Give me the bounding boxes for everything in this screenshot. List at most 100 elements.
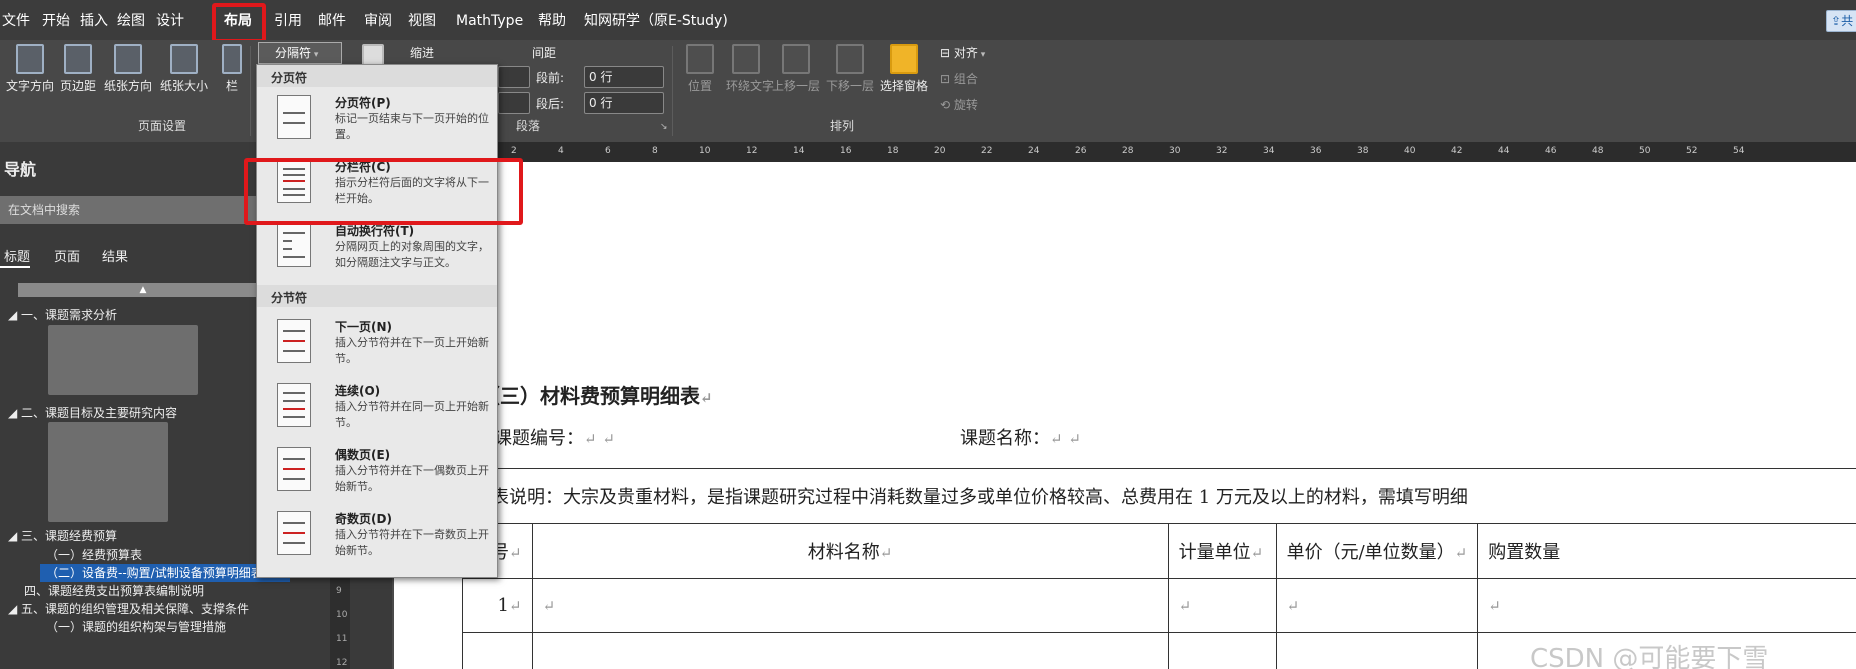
tree-item[interactable]: ◢ 一、课题需求分析 xyxy=(8,306,117,323)
tree-item[interactable]: （一）经费预算表 xyxy=(46,546,142,563)
text-direction-button[interactable]: 文字方向 xyxy=(6,44,54,94)
ruler-tick: 10 xyxy=(699,146,711,156)
tab-home[interactable]: 开始 xyxy=(42,0,70,40)
indent-left-field[interactable] xyxy=(498,66,530,88)
tab-mathtype[interactable]: MathType xyxy=(456,0,523,40)
tab-review[interactable]: 审阅 xyxy=(364,0,392,40)
table-cell[interactable]: ↵ xyxy=(1275,577,1479,634)
collapse-button[interactable]: ▲ xyxy=(18,283,268,297)
tree-item-selected[interactable]: （二）设备费--购置/试制设备预算明细表 xyxy=(46,564,263,581)
text-direction-label: 文字方向 xyxy=(6,79,55,93)
ruler-tick: 12 xyxy=(746,146,758,156)
tree-item-label: 三、课题经费预算 xyxy=(21,529,118,543)
ribbon-tabs: 文件 开始 插入 绘图 设计 布局 引用 邮件 审阅 视图 MathType 帮… xyxy=(0,0,1856,43)
even-page-icon xyxy=(277,447,311,491)
wrap-text-icon xyxy=(732,44,760,74)
align-button[interactable]: ⊟ 对齐 ▾ xyxy=(940,44,985,61)
header-cell[interactable]: 计量单位↵ xyxy=(1167,522,1277,579)
position-button[interactable]: 位置 xyxy=(686,44,714,94)
menu-item-text-wrapping[interactable]: 自动换行符(T) 分隔网页上的对象周围的文字，如分隔题注文字与正文。 xyxy=(257,217,497,279)
word-window: 文件 开始 插入 绘图 设计 布局 引用 邮件 审阅 视图 MathType 帮… xyxy=(0,0,1856,669)
menu-item-continuous[interactable]: 连续(O) 插入分节符并在同一页上开始新节。 xyxy=(257,377,497,439)
tab-file[interactable]: 文件 xyxy=(2,0,30,40)
spacing-after-field[interactable]: 0 行 xyxy=(584,92,664,114)
ruler-tick: 14 xyxy=(793,146,805,156)
selection-pane-label: 选择窗格 xyxy=(880,79,929,93)
share-label: 共 xyxy=(1841,14,1854,28)
tree-item[interactable]: ◢ 三、课题经费预算 xyxy=(8,527,117,544)
tab-draw[interactable]: 绘图 xyxy=(117,0,145,40)
size-button[interactable]: 纸张大小 xyxy=(160,44,208,94)
wrap-text-button[interactable]: 环绕文字 xyxy=(726,44,774,94)
menu-item-odd-page[interactable]: 奇数页(D) 插入分节符并在下一奇数页上开始新节。 xyxy=(257,505,497,567)
ribbon-separator xyxy=(672,46,673,136)
dialog-launcher-icon[interactable]: ↘ xyxy=(660,122,668,132)
header-cell[interactable]: 材料名称↵ xyxy=(531,522,1169,579)
nav-tab-pages[interactable]: 页面 xyxy=(54,246,80,265)
margins-button[interactable]: 页边距 xyxy=(60,44,96,94)
align-icon: ⊟ xyxy=(940,46,954,60)
menu-item-title: 奇数页(D) xyxy=(335,512,392,526)
table-cell[interactable]: ↵ xyxy=(1167,577,1277,634)
table-row: 1↵ ↵ ↵ ↵ ↵ xyxy=(462,577,1856,634)
size-label: 纸张大小 xyxy=(160,79,209,93)
indent-right-field[interactable] xyxy=(498,92,530,114)
share-button[interactable]: ⇪共 xyxy=(1826,10,1856,32)
selection-pane-button[interactable]: 选择窗格 xyxy=(880,44,928,94)
tab-references[interactable]: 引用 xyxy=(274,0,302,40)
group-button[interactable]: ⊡ 组合 xyxy=(940,70,978,87)
ruler-tick: 16 xyxy=(840,146,852,156)
table-cell[interactable] xyxy=(462,632,533,669)
table-cell[interactable]: ↵ xyxy=(1477,577,1856,634)
tab-view[interactable]: 视图 xyxy=(408,0,436,40)
ruler-tick: 4 xyxy=(558,146,564,156)
table-cell[interactable] xyxy=(1167,632,1277,669)
ruler-tick: 54 xyxy=(1733,146,1745,156)
cell-mark: ↵ xyxy=(509,596,522,615)
tree-item-label: 一、课题需求分析 xyxy=(21,308,118,322)
columns-button[interactable]: 栏 xyxy=(222,44,242,94)
chevron-down-icon: ▾ xyxy=(977,50,986,60)
table-cell[interactable] xyxy=(531,632,1169,669)
paragraph-mark: ↵ xyxy=(584,430,597,448)
menu-item-page-break[interactable]: 分页符(P) 标记一页结束与下一页开始的位置。 xyxy=(257,89,497,151)
spacing-before-field[interactable]: 0 行 xyxy=(584,66,664,88)
table-cell[interactable] xyxy=(1275,632,1479,669)
breaks-dropdown-button[interactable]: 分隔符 ▾ xyxy=(258,42,342,64)
nav-tab-results[interactable]: 结果 xyxy=(102,246,128,265)
tree-item[interactable]: ◢ 五、课题的组织管理及相关保障、支撑条件 xyxy=(8,600,249,617)
position-label: 位置 xyxy=(687,79,712,93)
send-backward-button[interactable]: 下移一层 xyxy=(826,44,874,94)
document-page[interactable]: ↵ ↵ （三）材料费预算明细表↵ 课题编号：↵ ↵ 课题名称：↵ ↵ 填表说明：… xyxy=(394,162,1856,669)
blurred-content xyxy=(48,325,198,395)
tab-cnki[interactable]: 知网研学（原E-Study) xyxy=(584,0,728,40)
rotate-button[interactable]: ⟲ 旋转 xyxy=(940,96,978,113)
table-note-cell[interactable]: 填表说明：大宗及贵重材料，是指课题研究过程中消耗数量过多或单位价格较高、总费用在… xyxy=(462,468,1856,524)
header-cell[interactable]: 单价（元/单位数量）↵ xyxy=(1275,522,1479,579)
menu-item-next-page[interactable]: 下一页(N) 插入分节符并在下一页上开始新节。 xyxy=(257,313,497,375)
tree-item[interactable]: （一）课题的组织构架与管理措施 xyxy=(46,618,226,635)
paragraph-group-label: 段落 xyxy=(516,119,541,133)
menu-item-even-page[interactable]: 偶数页(E) 插入分节符并在下一偶数页上开始新节。 xyxy=(257,441,497,503)
table-cell[interactable]: ↵ xyxy=(531,577,1169,634)
cell-mark: ↵ xyxy=(1178,596,1192,615)
header-cell[interactable]: 购置数量 xyxy=(1477,522,1856,579)
ribbon-separator xyxy=(250,46,251,136)
bring-forward-button[interactable]: 上移一层 xyxy=(772,44,820,94)
table-cell[interactable]: 1↵ xyxy=(462,577,533,634)
columns-label: 栏 xyxy=(225,79,238,93)
cell-mark: ↵ xyxy=(879,543,893,562)
orientation-button[interactable]: 纸张方向 xyxy=(104,44,152,94)
tab-help[interactable]: 帮助 xyxy=(538,0,566,40)
tree-item[interactable]: ◢ 二、课题目标及主要研究内容 xyxy=(8,404,177,421)
ruler-tick: 10 xyxy=(336,610,348,620)
tab-insert[interactable]: 插入 xyxy=(80,0,108,40)
tree-item[interactable]: 四、课题经费支出预算表编制说明 xyxy=(24,582,204,599)
ruler-tick: 28 xyxy=(1122,146,1134,156)
cell-mark: ↵ xyxy=(1488,596,1501,615)
nav-search-input[interactable]: 在文档中搜索 xyxy=(0,196,260,224)
nav-tab-headings[interactable]: 标题 xyxy=(4,246,30,265)
tab-mailings[interactable]: 邮件 xyxy=(318,0,346,40)
ruler-tick: 12 xyxy=(336,658,348,668)
tab-design[interactable]: 设计 xyxy=(156,0,184,40)
